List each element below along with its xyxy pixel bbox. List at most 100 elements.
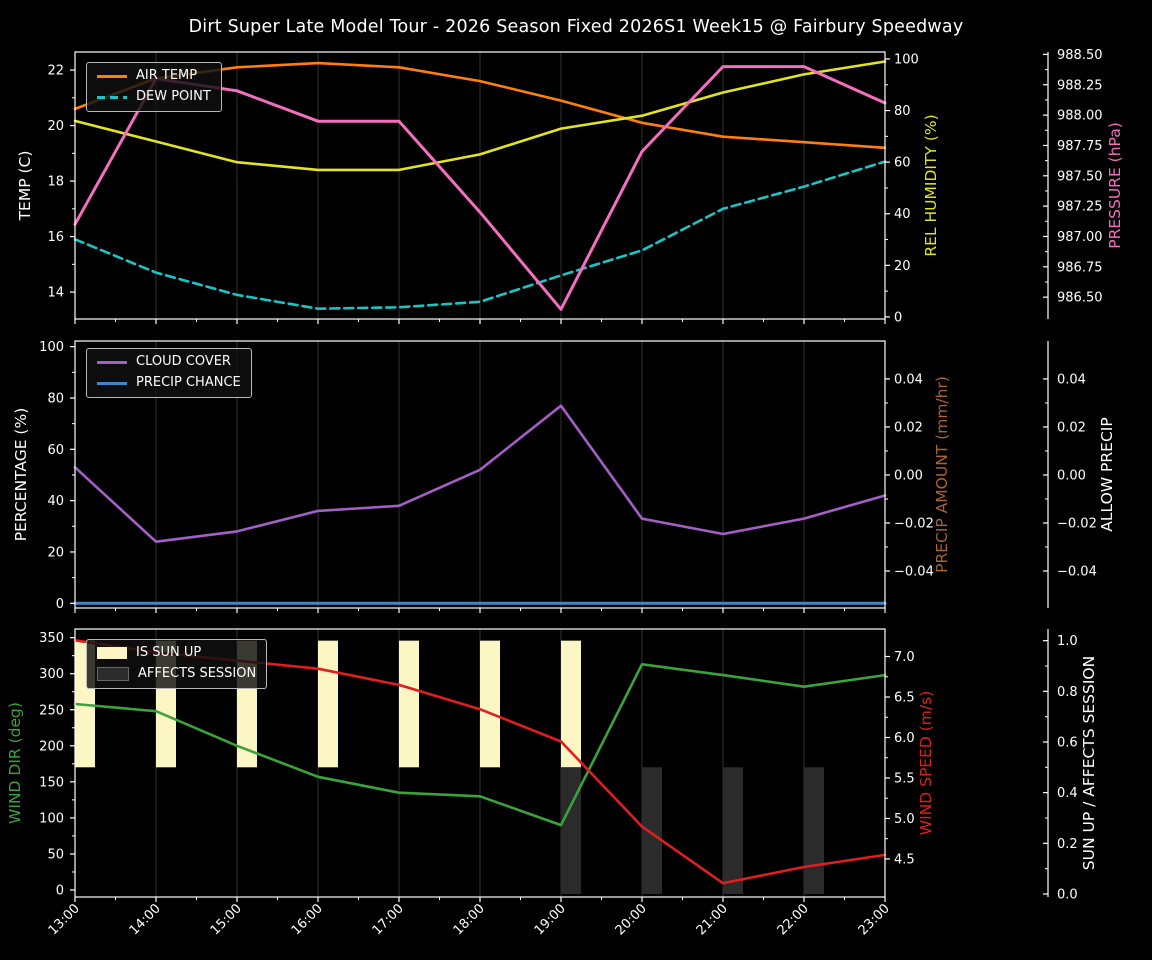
- legend-temperature: AIR TEMP DEW POINT: [86, 62, 222, 112]
- x-tick-label: 16:00: [289, 901, 326, 938]
- tick-label: 5.0: [894, 812, 915, 827]
- tick-label: 300: [39, 667, 64, 682]
- precip-chance-swatch-icon: [97, 381, 127, 385]
- tick-label: 4.5: [894, 852, 915, 867]
- tick-label: 20: [894, 259, 911, 274]
- affects-session-swatch-icon: [97, 667, 129, 682]
- x-tick-label: 20:00: [613, 901, 650, 938]
- tick-label: 6.5: [894, 691, 915, 706]
- is-sun-up-bar: [561, 640, 581, 768]
- affects-session-bar: [561, 767, 581, 894]
- x-tick-label: 17:00: [370, 901, 407, 938]
- legend-label-affects-session: AFFECTS SESSION: [138, 665, 257, 681]
- legend-item-air-temp: AIR TEMP: [97, 68, 211, 84]
- tick-label: 1.0: [1057, 634, 1078, 649]
- tick-label: −0.02: [894, 517, 934, 532]
- legend-item-is-sun-up: IS SUN UP: [97, 645, 256, 661]
- sun-up-affects-session-axis-title: SUN UP / AFFECTS SESSION: [1080, 656, 1098, 870]
- percentage-axis: 100 80 60 40 20 0 PERCENTAGE (%): [12, 340, 75, 612]
- precip-amount-mm-hr-axis: 0.04 0.02 0.00 −0.02 −0.04 PRECIP AMOUNT (mm/…: [885, 372, 951, 580]
- pressure-hpa-axis: 988.50 988.25 988.00 987.75 987.50 987.25 987.…: [1043, 48, 1124, 306]
- wind-speed-m-s-axis: 7.0 6.5 6.0 5.5 5.0 4.5 WIND SPEED (m/s): [885, 650, 935, 867]
- chart-canvas: 2220181614TEMP (C)100806040200REL HUMIDI…: [6, 48, 1124, 938]
- x-tick-label: 15:00: [208, 901, 245, 938]
- tick-label: 987.25: [1057, 200, 1103, 215]
- tick-label: 100: [39, 811, 64, 826]
- rel-humidity-axis-title: REL HUMIDITY (%): [922, 114, 940, 256]
- x-axis-wind: 13:00 14:00 15:00 16:00 17:00 18:00 19:00 20:00…: [46, 897, 893, 938]
- x-tick-label: 13:00: [46, 901, 83, 938]
- tick-label: 40: [894, 207, 911, 222]
- tick-label: 0.2: [1057, 837, 1078, 852]
- weather-forecast-figure: Dirt Super Late Model Tour - 2026 Season…: [0, 0, 1152, 960]
- tick-label: 0.02: [894, 420, 923, 435]
- affects-session-bar: [642, 767, 662, 894]
- tick-label: 150: [39, 775, 64, 790]
- sun-up-affects-session-axis: 1.0 0.8 0.6 0.4 0.2 0.0 SUN UP / AFFECTS SESSI…: [1043, 634, 1098, 902]
- tick-label: 40: [47, 494, 64, 509]
- tick-label: 16: [47, 230, 64, 245]
- tick-label: 0.8: [1057, 685, 1078, 700]
- tick-label: 60: [47, 443, 64, 458]
- x-axis-precipitation: [74, 608, 886, 613]
- allow-precip-axis: 0.04 0.02 0.00 −0.02 −0.04 ALLOW PRECIP: [1043, 372, 1116, 580]
- tick-label: 988.50: [1057, 48, 1103, 63]
- tick-label: 50: [47, 847, 64, 862]
- tick-label: 0.04: [1057, 372, 1086, 387]
- legend-item-dew-point: DEW POINT: [97, 88, 211, 105]
- tick-label: 20: [47, 545, 64, 560]
- tick-label: 18: [47, 175, 64, 190]
- temp-c-axis: 22 20 18 16 14 TEMP (C): [16, 64, 75, 301]
- legend-wind: IS SUN UP AFFECTS SESSION: [86, 639, 268, 689]
- tick-label: 200: [39, 739, 64, 754]
- allow-precip-axis-title: ALLOW PRECIP: [1098, 417, 1116, 531]
- temp-c-axis-title: TEMP (C): [16, 151, 34, 222]
- tick-label: 0: [56, 884, 64, 899]
- tick-label: 250: [39, 703, 64, 718]
- legend-item-affects-session: AFFECTS SESSION: [97, 665, 257, 682]
- x-axis-temperature: [74, 319, 886, 324]
- tick-label: 0.0: [1057, 887, 1078, 902]
- legend-item-precip-chance: PRECIP CHANCE: [97, 374, 241, 391]
- affects-session-bars: [561, 767, 824, 894]
- is-sun-up-bar: [399, 640, 419, 768]
- tick-label: −0.04: [894, 565, 934, 580]
- wind-dir-deg-axis: 350 300 250 200 150 100 50 0 WIND DIR (deg): [6, 631, 75, 899]
- is-sun-up-bar: [480, 640, 500, 768]
- tick-label: 986.50: [1057, 291, 1103, 306]
- wind-speed-m-s-axis-title: WIND SPEED (m/s): [917, 691, 935, 835]
- tick-label: 0.6: [1057, 735, 1078, 750]
- tick-label: 350: [39, 631, 64, 646]
- legend-label-is-sun-up: IS SUN UP: [136, 645, 202, 660]
- percentage-axis-title: PERCENTAGE (%): [12, 408, 30, 542]
- tick-label: 0.00: [1057, 468, 1086, 483]
- tick-label: −0.02: [1057, 517, 1097, 532]
- legend-item-cloud-cover: CLOUD COVER: [97, 354, 241, 370]
- pressure-hpa-axis-title: PRESSURE (hPa): [1106, 122, 1124, 249]
- tick-label: 20: [47, 119, 64, 134]
- tick-label: 7.0: [894, 650, 915, 665]
- tick-label: 80: [894, 104, 911, 119]
- is-sun-up-bar: [318, 640, 338, 768]
- legend-label-dew-point: DEW POINT: [136, 88, 211, 104]
- tick-label: 987.75: [1057, 139, 1103, 154]
- tick-label: 988.25: [1057, 78, 1103, 93]
- tick-label: 100: [894, 52, 919, 67]
- precip-amount-mm-hr-axis-title: PRECIP AMOUNT (mm/hr): [933, 376, 951, 573]
- tick-label: 22: [47, 64, 64, 79]
- rel-humidity-axis: 100 80 60 40 20 0 REL HUMIDITY (%): [885, 52, 940, 325]
- tick-label: 987.00: [1057, 230, 1103, 245]
- affects-session-bar: [723, 767, 743, 894]
- dew-point-swatch-icon: [97, 95, 127, 99]
- tick-label: 0: [894, 310, 902, 325]
- affects-session-bar: [804, 767, 824, 894]
- tick-label: 988.00: [1057, 109, 1103, 124]
- legend-label-precip-chance: PRECIP CHANCE: [136, 374, 241, 390]
- tick-label: 0: [56, 597, 64, 612]
- tick-label: 0.04: [894, 372, 923, 387]
- x-tick-label: 21:00: [694, 901, 731, 938]
- x-tick-label: 22:00: [775, 901, 812, 938]
- tick-label: 0.4: [1057, 786, 1078, 801]
- x-tick-label: 19:00: [532, 901, 569, 938]
- tick-label: 14: [47, 286, 64, 301]
